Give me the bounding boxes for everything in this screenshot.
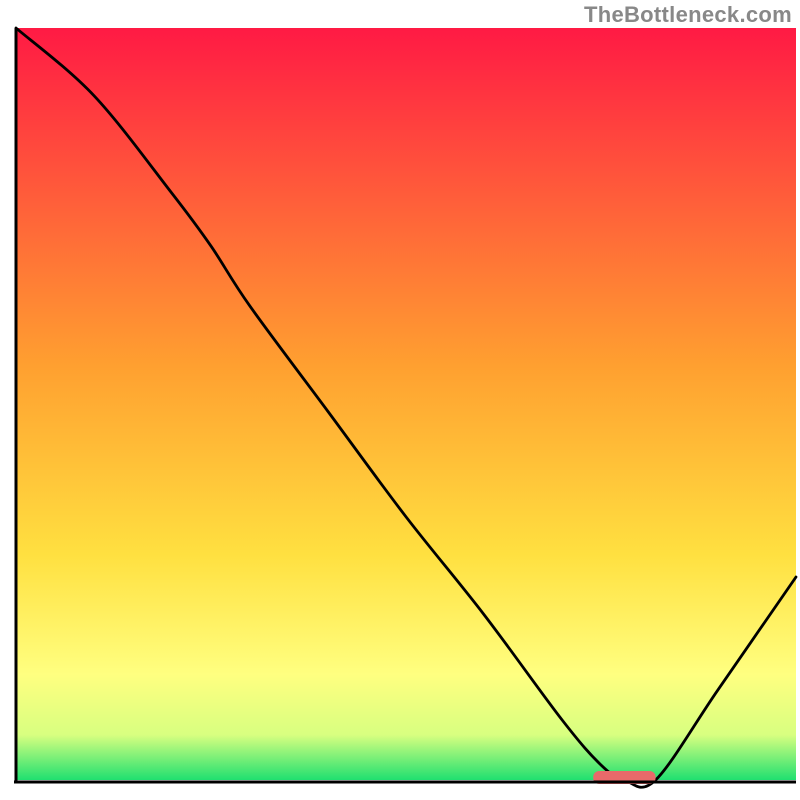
watermark-text: TheBottleneck.com — [584, 2, 792, 28]
bottleneck-chart — [0, 0, 800, 800]
